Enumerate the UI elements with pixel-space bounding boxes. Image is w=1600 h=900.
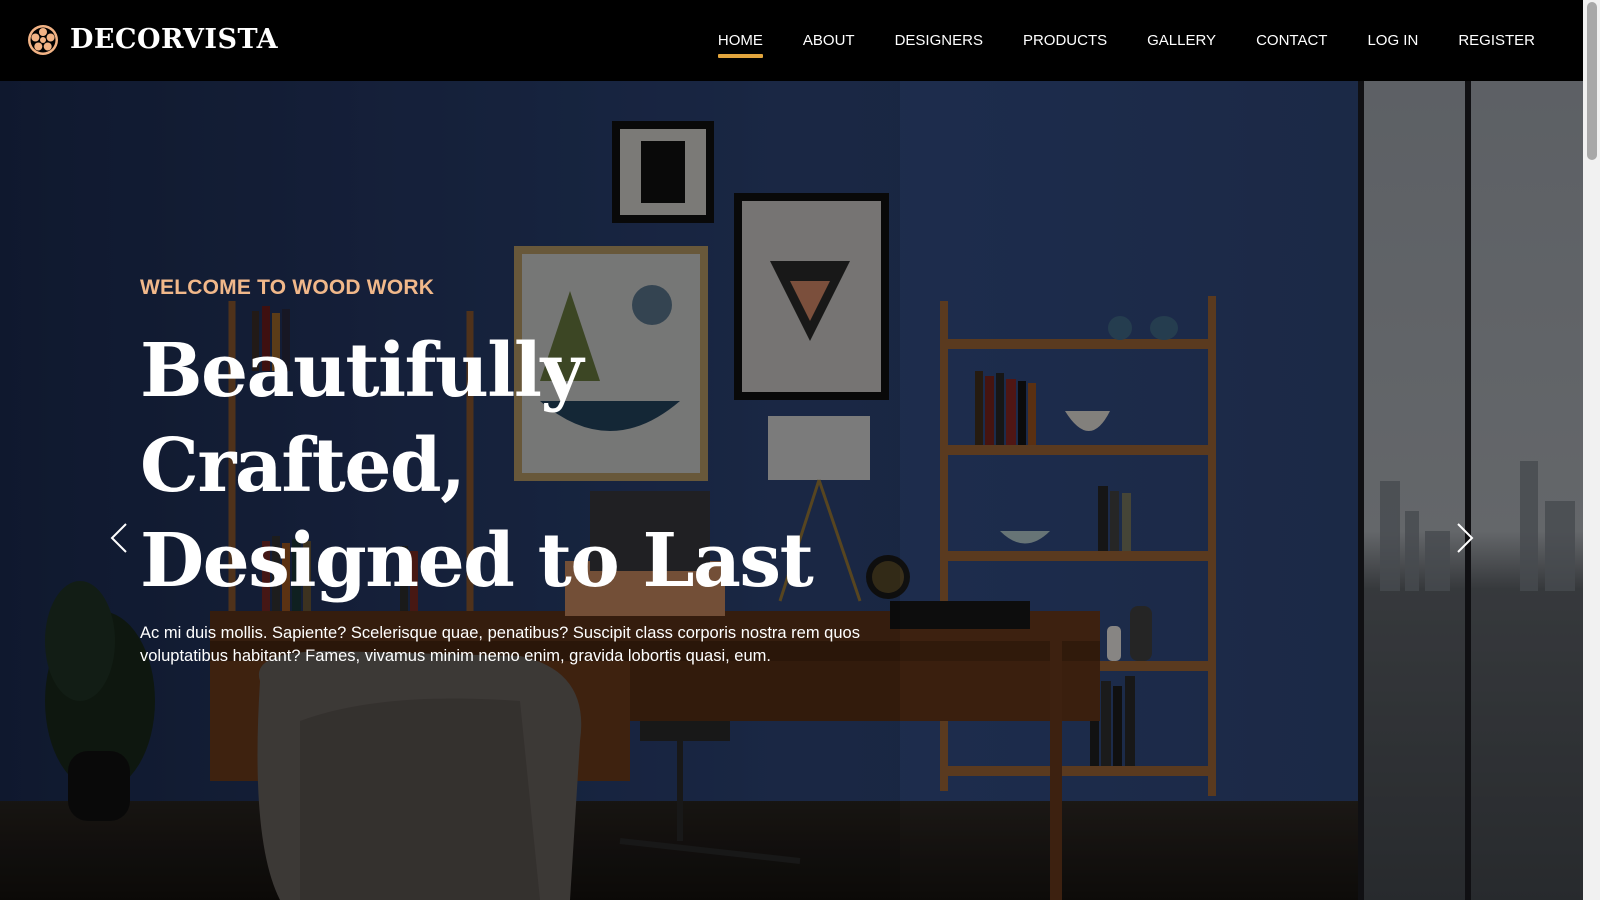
brand-name: DECORVISTA	[70, 24, 279, 55]
carousel-prev-button[interactable]	[108, 521, 130, 555]
hero-carousel: WELCOME TO WOOD WORK Beautifully Crafted…	[0, 81, 1583, 900]
hero-title-line-2: Designed to Last	[140, 518, 814, 604]
gear-icon	[28, 25, 58, 55]
hero-content: WELCOME TO WOOD WORK Beautifully Crafted…	[140, 276, 900, 668]
nav-contact-link[interactable]: CONTACT	[1256, 31, 1327, 51]
top-navbar: DECORVISTA HOME ABOUT DESIGNERS PRODUCTS…	[0, 0, 1583, 81]
chevron-right-icon	[1457, 523, 1474, 553]
nav-login-link[interactable]: LOG IN	[1367, 31, 1418, 51]
hero-title-line-1: Beautifully Crafted,	[140, 328, 584, 509]
nav-gallery-link[interactable]: GALLERY	[1147, 31, 1216, 51]
hero-description-line-1: Ac mi duis mollis. Sapiente? Scelerisque…	[140, 624, 860, 642]
nav-register-link[interactable]: REGISTER	[1458, 31, 1535, 51]
brand[interactable]: DECORVISTA	[27, 24, 278, 56]
chevron-left-icon	[110, 523, 127, 553]
nav-designers-link[interactable]: DESIGNERS	[895, 31, 983, 51]
page-scrollbar[interactable]	[1583, 0, 1600, 900]
hero-title: Beautifully Crafted, Designed to Last	[140, 324, 920, 609]
nav-products-link[interactable]: PRODUCTS	[1023, 31, 1107, 51]
nav-home-link[interactable]: HOME	[717, 31, 763, 58]
hero-eyebrow: WELCOME TO WOOD WORK	[140, 276, 435, 299]
hero-description-line-2: voluptatibus habitant? Fames, vivamus mi…	[140, 647, 771, 665]
hero-description: Ac mi duis mollis. Sapiente? Scelerisque…	[140, 622, 880, 668]
main-nav: HOME ABOUT DESIGNERS PRODUCTS GALLERY CO…	[678, 0, 1535, 81]
nav-about-link[interactable]: ABOUT	[803, 31, 855, 51]
scrollbar-thumb[interactable]	[1587, 2, 1597, 160]
carousel-next-button[interactable]	[1454, 521, 1476, 555]
